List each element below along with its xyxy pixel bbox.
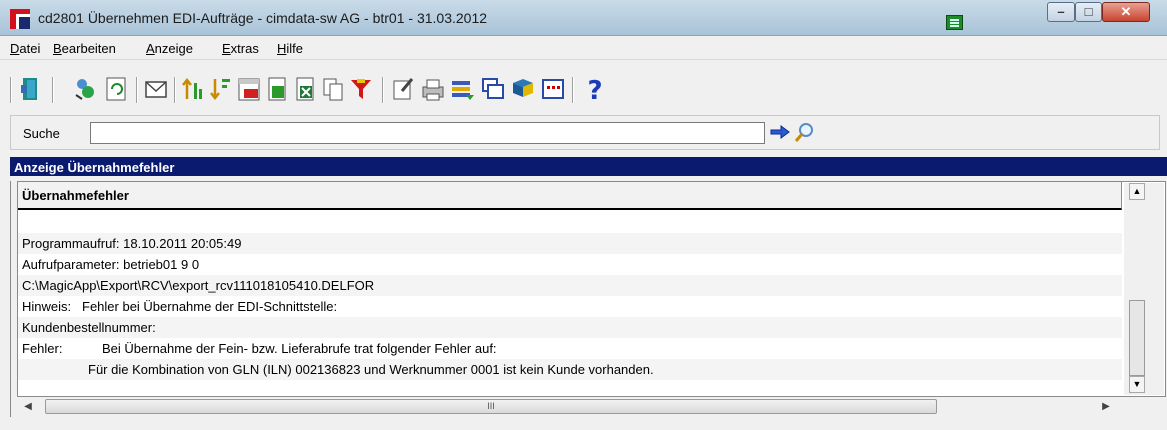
cell-text: Fehler bei Übernahme der EDI-Schnittstel… xyxy=(82,299,338,314)
sort-ascending-icon[interactable] xyxy=(180,75,206,103)
arrow-right-icon[interactable] xyxy=(770,124,790,143)
menu-accelerator: B xyxy=(53,41,62,56)
mail-icon[interactable] xyxy=(143,75,169,103)
scroll-up-icon[interactable]: ▲ xyxy=(1129,183,1145,200)
cell-text: Für die Kombination von GLN (ILN) 002136… xyxy=(88,362,654,377)
menu-accelerator: D xyxy=(10,41,20,56)
menu-extras[interactable]: Extras xyxy=(222,41,259,56)
list-item[interactable]: Programmaufruf: 18.10.2011 20:05:49 xyxy=(18,233,1122,254)
close-button[interactable]: ✕ xyxy=(1102,2,1150,22)
scroll-down-icon[interactable]: ▼ xyxy=(1129,376,1145,393)
svg-text:?: ? xyxy=(587,76,602,103)
cell-text: Kundenbestellnummer: xyxy=(22,320,156,335)
horizontal-scrollbar[interactable]: ◀ III ▶ xyxy=(17,398,1125,416)
list-item[interactable] xyxy=(18,212,1122,233)
toolbar-separator xyxy=(572,77,574,103)
book-icon[interactable] xyxy=(510,75,536,103)
tray-app-icon[interactable] xyxy=(946,15,963,30)
windows-icon[interactable] xyxy=(480,75,506,103)
scroll-left-icon[interactable]: ◀ xyxy=(21,399,35,415)
error-list[interactable]: Übernahmefehler Programmaufruf: 18.10.20… xyxy=(17,181,1166,397)
export-icon[interactable] xyxy=(264,75,290,103)
minimize-icon: – xyxy=(1057,4,1065,19)
column-header[interactable]: Übernahmefehler xyxy=(18,182,1122,210)
menu-label: ilfe xyxy=(286,41,304,56)
cell-label: Fehler: xyxy=(22,341,63,356)
menu-bearbeiten[interactable]: Bearbeiten xyxy=(53,41,116,56)
calendar-icon[interactable] xyxy=(236,75,262,103)
panel-title: Anzeige Übernahmefehler xyxy=(10,157,1167,176)
list-item[interactable]: Für die Kombination von GLN (ILN) 002136… xyxy=(18,359,1122,380)
menu-anzeige[interactable]: Anzeige xyxy=(146,41,193,56)
menu-label: earbeiten xyxy=(61,41,116,56)
refresh-users-icon[interactable] xyxy=(72,75,98,103)
print-icon[interactable] xyxy=(420,75,446,103)
cell-text: C:\MagicApp\Export\RCV\export_rcv1110181… xyxy=(22,278,375,293)
scroll-right-icon[interactable]: ▶ xyxy=(1099,399,1113,415)
exit-icon[interactable] xyxy=(18,75,44,103)
list-item[interactable]: Aufrufparameter: betrieb01 9 0 xyxy=(18,254,1122,275)
maximize-button[interactable]: □ xyxy=(1075,2,1102,22)
copy-icon[interactable] xyxy=(320,75,346,103)
toolbar: ? xyxy=(10,71,1160,109)
menu-label: nzeige xyxy=(154,41,193,56)
menu-accelerator: H xyxy=(277,41,287,56)
search-input[interactable] xyxy=(90,122,765,144)
list-item[interactable]: C:\MagicApp\Export\RCV\export_rcv1110181… xyxy=(18,275,1122,296)
reload-icon[interactable] xyxy=(103,75,129,103)
cell-text: Aufrufparameter: betrieb01 9 0 xyxy=(22,257,200,272)
title-bar[interactable]: cd2801 Übernehmen EDI-Aufträge - cimdata… xyxy=(0,0,1167,36)
search-icon[interactable] xyxy=(793,122,815,147)
search-bar: Suche xyxy=(10,115,1160,150)
search-label: Suche xyxy=(23,126,60,141)
maximize-icon: □ xyxy=(1084,4,1093,19)
scroll-thumb[interactable]: III xyxy=(45,399,937,414)
minimize-button[interactable]: – xyxy=(1047,2,1075,22)
transfer-icon[interactable] xyxy=(450,75,476,103)
cell-text: Bei Übernahme der Fein- bzw. Lieferabruf… xyxy=(102,341,497,356)
app-logo-icon[interactable] xyxy=(10,9,30,29)
panel-left-border xyxy=(10,181,15,417)
list-item[interactable]: Hinweis: Fehler bei Übernahme der EDI-Sch… xyxy=(18,296,1122,317)
list-item[interactable]: Fehler: Bei Übernahme der Fein- bzw. Lief… xyxy=(18,338,1122,359)
menu-label: atei xyxy=(19,41,41,56)
toolbar-separator xyxy=(10,77,12,103)
toolbar-separator xyxy=(382,77,384,103)
grid-icon[interactable] xyxy=(540,75,566,103)
toolbar-separator xyxy=(136,77,138,103)
menu-accelerator: E xyxy=(222,41,231,56)
filter-icon[interactable] xyxy=(348,75,374,103)
close-icon: ✕ xyxy=(1120,4,1132,19)
edit-icon[interactable] xyxy=(390,75,416,103)
scroll-thumb[interactable] xyxy=(1129,300,1145,376)
excel-icon[interactable] xyxy=(292,75,318,103)
help-icon[interactable]: ? xyxy=(582,75,608,106)
menu-hilfe[interactable]: Hilfe xyxy=(277,41,303,56)
cell-text: Programmaufruf: 18.10.2011 20:05:49 xyxy=(22,236,242,251)
menu-accelerator: A xyxy=(146,41,155,56)
menu-label: xtras xyxy=(230,41,259,56)
window-title: cd2801 Übernehmen EDI-Aufträge - cimdata… xyxy=(38,10,488,26)
menu-datei[interactable]: Datei xyxy=(10,41,40,56)
list-item[interactable]: Kundenbestellnummer: xyxy=(18,317,1122,338)
sort-descending-icon[interactable] xyxy=(208,75,234,103)
vertical-scrollbar[interactable]: ▲ ▼ xyxy=(1124,183,1164,395)
menu-bar: Datei Bearbeiten Anzeige Extras Hilfe xyxy=(0,37,1167,60)
cell-label: Hinweis: xyxy=(22,299,72,314)
toolbar-separator xyxy=(52,77,54,103)
toolbar-separator xyxy=(174,77,176,103)
